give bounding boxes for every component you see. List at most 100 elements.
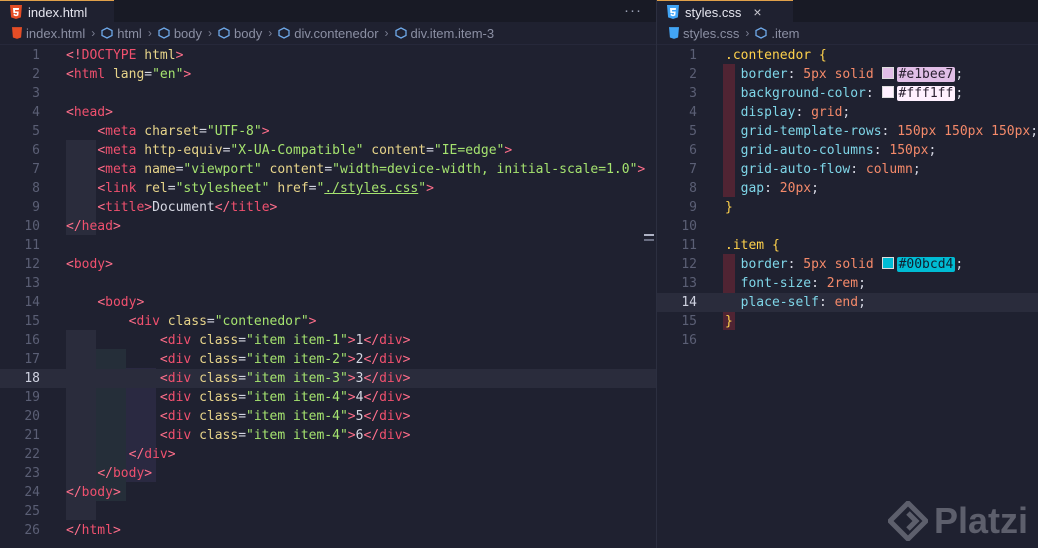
code-line[interactable]: 20 <div class="item item-4">5</div>	[0, 407, 656, 426]
chevron-right-icon: ›	[745, 26, 750, 40]
code-line[interactable]: 18 <div class="item item-3">3</div>	[0, 369, 656, 388]
line-number: 13	[24, 276, 40, 291]
code-line[interactable]: 8 gap: 20px;	[657, 179, 1038, 198]
breadcrumb-item[interactable]: › .item	[739, 26, 799, 41]
code-text: <div class="contenedor">	[128, 314, 317, 329]
code-line[interactable]: 8 <link rel="stylesheet" href="./styles.…	[0, 179, 656, 198]
line-number: 4	[689, 105, 697, 120]
code-line[interactable]: 9}	[657, 198, 1038, 217]
breadcrumb-item[interactable]: › body	[202, 26, 262, 41]
code-line[interactable]: 13 font-size: 2rem;	[657, 274, 1038, 293]
code-text: <head>	[66, 105, 113, 120]
line-number: 15	[681, 314, 697, 329]
code-line[interactable]: 10 </head>	[0, 217, 656, 236]
tab-index-html[interactable]: index.html	[0, 0, 114, 23]
chevron-right-icon: ›	[208, 26, 213, 40]
breadcrumb-label: body	[234, 25, 263, 41]
line-number: 9	[32, 200, 40, 215]
close-icon[interactable]: ×	[753, 4, 761, 20]
symbol-icon	[158, 27, 170, 39]
right-tab-bar: styles.css ×	[657, 0, 1038, 23]
code-line[interactable]: 23 </body>	[0, 464, 656, 483]
breadcrumb-item[interactable]: › div.item.item-3	[379, 26, 495, 41]
code-line[interactable]: 15 <div class="contenedor">	[0, 312, 656, 331]
breadcrumb: styles.css › .item	[657, 22, 1038, 45]
code-line[interactable]: 14 place-self: end;	[657, 293, 1038, 312]
code-text: <html lang="en">	[66, 67, 192, 82]
color-swatch[interactable]	[881, 67, 894, 79]
code-line[interactable]: 11	[0, 236, 656, 255]
line-number: 7	[689, 162, 697, 177]
more-actions-icon[interactable]: ···	[624, 2, 642, 19]
line-number: 26	[24, 523, 40, 538]
code-line[interactable]: 3 background-color: #fff1ff;	[657, 84, 1038, 103]
code-line[interactable]: 7 <meta name="viewport" content="width=d…	[0, 160, 656, 179]
code-line[interactable]: 3	[0, 84, 656, 103]
tab-styles-css[interactable]: styles.css ×	[657, 0, 793, 23]
breadcrumb-item[interactable]: › div.contenedor	[262, 26, 378, 41]
symbol-icon	[101, 27, 113, 39]
code-text: </html>	[66, 523, 121, 538]
code-line[interactable]: 19 <div class="item item-4">4</div>	[0, 388, 656, 407]
code-text: }	[725, 200, 733, 215]
breadcrumb-item[interactable]: index.html	[12, 26, 85, 41]
line-number: 15	[24, 314, 40, 329]
code-line[interactable]: 15}	[657, 312, 1038, 331]
code-line[interactable]: 1 <!DOCTYPE html>	[0, 46, 656, 65]
code-line[interactable]: 6 grid-auto-columns: 150px;	[657, 141, 1038, 160]
breadcrumb-item[interactable]: › html	[85, 26, 142, 41]
code-text: <meta http-equiv="X-UA-Compatible" conte…	[97, 143, 513, 158]
code-line[interactable]: 16	[657, 331, 1038, 350]
code-line[interactable]: 10	[657, 217, 1038, 236]
code-line[interactable]: 4 <head>	[0, 103, 656, 122]
line-number: 3	[32, 86, 40, 101]
code-line[interactable]: 17 <div class="item item-2">2</div>	[0, 350, 656, 369]
breadcrumb: index.html › html › body › body › div.contenedor…	[0, 22, 656, 45]
code-line[interactable]: 12 border: 5px solid #00bcd4;	[657, 255, 1038, 274]
symbol-icon	[755, 27, 767, 39]
breadcrumb-label: styles.css	[683, 25, 740, 41]
code-line[interactable]: 16 <div class="item item-1">1</div>	[0, 331, 656, 350]
code-line[interactable]: 22 </div>	[0, 445, 656, 464]
code-line[interactable]: 5 <meta charset="UTF-8">	[0, 122, 656, 141]
code-text: grid-auto-columns: 150px;	[740, 143, 937, 158]
line-number: 6	[32, 143, 40, 158]
tab-label: index.html	[28, 4, 88, 20]
code-editor[interactable]: 1 .contenedor {2 border: 5px solid #e1bee…	[657, 45, 1038, 548]
line-number: 6	[689, 143, 697, 158]
code-line[interactable]: 21 <div class="item item-4">6</div>	[0, 426, 656, 445]
line-number: 19	[24, 390, 40, 405]
line-number: 17	[24, 352, 40, 367]
line-number: 11	[24, 238, 40, 253]
code-line[interactable]: 2 border: 5px solid #e1bee7;	[657, 65, 1038, 84]
tab-label: styles.css	[685, 4, 742, 20]
code-text: </div>	[128, 447, 176, 462]
code-line[interactable]: 9 <title>Document</title>	[0, 198, 656, 217]
code-line[interactable]: 7 grid-auto-flow: column;	[657, 160, 1038, 179]
code-line[interactable]: 25	[0, 502, 656, 521]
breadcrumb-label: html	[117, 25, 142, 41]
code-line[interactable]: 1 .contenedor {	[657, 46, 1038, 65]
color-swatch[interactable]	[881, 86, 894, 98]
code-line[interactable]: 6 <meta http-equiv="X-UA-Compatible" con…	[0, 141, 656, 160]
code-editor[interactable]: 1 <!DOCTYPE html> 2 <html lang="en"> 3 4 <head…	[0, 45, 656, 548]
code-line[interactable]: 12 <body>	[0, 255, 656, 274]
color-swatch[interactable]	[881, 257, 894, 269]
breadcrumb-label: index.html	[26, 25, 86, 41]
code-line[interactable]: 4 display: grid;	[657, 103, 1038, 122]
code-line[interactable]: 2 <html lang="en">	[0, 65, 656, 84]
code-line[interactable]: 14 <body>	[0, 293, 656, 312]
chevron-right-icon: ›	[268, 26, 273, 40]
code-line[interactable]: 11 .item {	[657, 236, 1038, 255]
code-line[interactable]: 13	[0, 274, 656, 293]
code-text: </head>	[66, 219, 121, 234]
code-text: <div class="item item-4">6</div>	[159, 428, 411, 443]
code-line[interactable]: 26 </html>	[0, 521, 656, 540]
breadcrumb-item[interactable]: › body	[142, 26, 202, 41]
symbol-icon	[394, 27, 407, 39]
line-number: 8	[689, 181, 697, 196]
code-text: <title>Document</title>	[97, 200, 278, 215]
code-line[interactable]: 24 </body>	[0, 483, 656, 502]
code-line[interactable]: 5 grid-template-rows: 150px 150px 150px;	[657, 122, 1038, 141]
breadcrumb-item[interactable]: styles.css	[669, 26, 739, 41]
